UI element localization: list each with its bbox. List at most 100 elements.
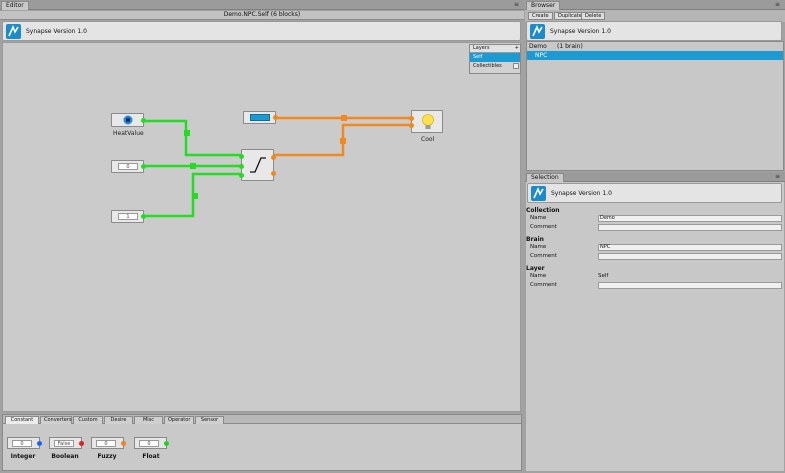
collection-comment-field[interactable] (598, 224, 782, 231)
palette-tab-custom[interactable]: Custom (73, 416, 103, 424)
palette-label-float: Float (142, 453, 160, 460)
int-value-input[interactable]: 1 (118, 213, 138, 220)
output-port[interactable] (141, 164, 146, 169)
output-port[interactable] (273, 115, 278, 120)
create-button[interactable]: Create (528, 12, 553, 20)
collection-comment-label: Comment (530, 224, 557, 230)
float-constant-node[interactable]: 0 (111, 160, 146, 173)
palette-tab-constant[interactable]: Constant (5, 416, 39, 424)
editor-window-controls-icon[interactable]: ≡ (514, 1, 521, 8)
wires-layer (144, 115, 411, 218)
heatvalue-node[interactable] (111, 113, 146, 127)
output-port[interactable] (141, 118, 146, 123)
fuzzy-value-input[interactable] (250, 114, 270, 121)
curve-converter-node[interactable] (239, 149, 276, 181)
output-port (164, 441, 169, 446)
wire-joint[interactable] (184, 130, 190, 136)
palette-tab-desire[interactable]: Desire (104, 416, 133, 424)
input-port[interactable] (409, 116, 414, 121)
input-port[interactable] (239, 154, 244, 159)
output-port[interactable] (271, 171, 276, 176)
layers-header-label: Layers (473, 45, 490, 51)
browser-window-controls-icon[interactable]: ≡ (775, 1, 782, 8)
palette-item-boolean[interactable]: False (49, 437, 84, 449)
brain-heading: Brain (526, 236, 544, 243)
boolean-input: False (54, 440, 74, 447)
wire-joint[interactable] (341, 115, 347, 121)
selection-window-controls-icon[interactable]: ≡ (775, 173, 782, 180)
palette-tab-converters[interactable]: Converters (40, 416, 72, 424)
float-value-input[interactable]: 0 (118, 163, 138, 170)
palette-tab-misc[interactable]: Misc (134, 416, 163, 424)
output-port[interactable] (271, 155, 276, 160)
layer-item-label: Collectibles (473, 63, 502, 69)
tab-selection[interactable]: Selection (526, 173, 564, 182)
editor-header-title: Synapse Version 1.0 (26, 28, 87, 35)
palette-tab-operator[interactable]: Operator (164, 416, 194, 424)
int-constant-node[interactable]: 1 (111, 210, 146, 223)
collection-heading: Collection (526, 207, 560, 214)
browser-row-name: Demo (529, 43, 547, 50)
block-palette: Constant Converters Custom Desire Misc O… (2, 414, 522, 471)
palette-item-integer[interactable]: 0 (7, 437, 42, 449)
browser-tabbar: Browser ≡ (525, 0, 785, 10)
fuzzy-constant-node[interactable] (243, 111, 278, 124)
tab-editor[interactable]: Editor (1, 1, 29, 10)
wire-joint[interactable] (192, 193, 198, 199)
cool-label: Cool (421, 136, 435, 143)
browser-header: Synapse Version 1.0 (526, 21, 782, 41)
editor-tabbar: Editor ≡ (0, 0, 524, 10)
browser-row-name: NPC (535, 52, 548, 59)
input-port[interactable] (239, 164, 244, 169)
lightbulb-icon (422, 114, 434, 129)
fuzzy-input: 0 (96, 440, 116, 447)
browser-row-demo[interactable]: Demo (1 brain) (527, 42, 783, 51)
layer-item-collectibles[interactable]: Collectibles (470, 62, 520, 71)
cool-output-node[interactable] (409, 110, 443, 133)
heatvalue-label: HeatValue (113, 130, 144, 137)
layer-heading: Layer (526, 265, 545, 272)
brain-comment-label: Comment (530, 253, 557, 259)
layer-item-self[interactable]: Self (470, 53, 520, 62)
graph-canvas[interactable]: HeatValue 0 1 Cool Layers + Self Collect… (2, 42, 521, 412)
layer-name-value: Self (598, 273, 609, 279)
palette-tab-sensor[interactable]: Sensor (195, 416, 224, 424)
brain-name-label: Name (530, 244, 547, 250)
output-port (121, 441, 126, 446)
wire-heatvalue (144, 119, 241, 157)
layer-toggle-icon[interactable] (513, 63, 519, 69)
brain-comment-field[interactable] (598, 253, 782, 260)
layer-comment-label: Comment (530, 282, 557, 288)
delete-button[interactable]: Delete (581, 12, 606, 20)
wire-joint[interactable] (340, 138, 346, 144)
palette-item-float[interactable]: 0 (134, 437, 169, 449)
browser-row-npc[interactable]: NPC (527, 51, 783, 60)
add-layer-button[interactable]: + (515, 45, 519, 52)
browser-list: Demo (1 brain) NPC (526, 41, 784, 171)
wire-joint[interactable] (190, 163, 196, 169)
float-input: 0 (139, 440, 159, 447)
curve-icon (250, 157, 266, 173)
input-port[interactable] (409, 123, 414, 128)
layer-comment-field[interactable] (598, 282, 782, 289)
input-port[interactable] (239, 173, 244, 178)
browser-row-info: (1 brain) (557, 43, 583, 50)
palette-item-fuzzy[interactable]: 0 (91, 437, 126, 449)
output-port (37, 441, 42, 446)
collection-name-field[interactable]: Demo (598, 215, 782, 222)
synapse-logo-icon (530, 24, 545, 39)
palette-label-fuzzy: Fuzzy (97, 453, 117, 460)
editor-header: Synapse Version 1.0 (2, 21, 521, 41)
layers-header: Layers + (470, 45, 520, 53)
output-port[interactable] (141, 214, 146, 219)
browser-header-title: Synapse Version 1.0 (550, 28, 611, 35)
selection-panel: Synapse Version 1.0 Collection Name Demo… (526, 182, 784, 471)
layers-panel: Layers + Self Collectibles (469, 44, 521, 74)
brain-name-field[interactable]: NPC (598, 244, 782, 251)
integer-input: 0 (12, 440, 32, 447)
layer-name-label: Name (530, 273, 547, 279)
selection-tabbar: Selection ≡ (525, 172, 785, 182)
tab-browser[interactable]: Browser (526, 1, 561, 10)
synapse-logo-icon (531, 186, 546, 201)
selection-header: Synapse Version 1.0 (527, 183, 782, 203)
